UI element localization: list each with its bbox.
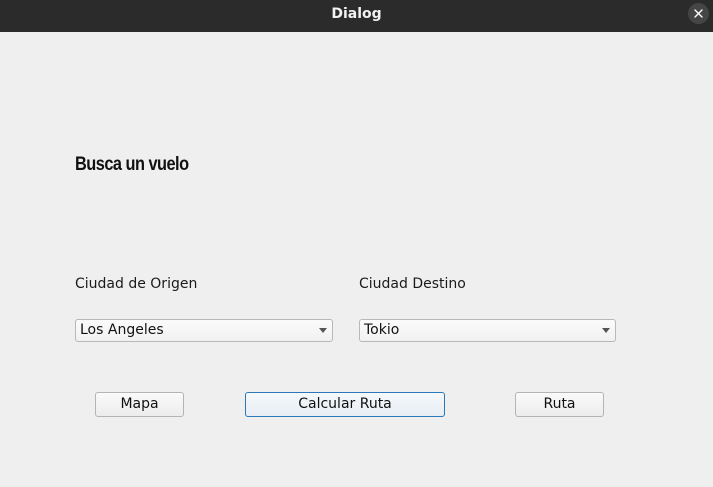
close-button[interactable]: [688, 3, 709, 24]
title-bar: Dialog: [0, 0, 713, 32]
route-button[interactable]: Ruta: [515, 392, 604, 417]
destination-city-value: Tokio: [364, 322, 400, 338]
origin-city-select[interactable]: Los Angeles: [75, 319, 333, 342]
chevron-down-icon: [602, 328, 610, 333]
form-heading: Busca un vuelo: [75, 154, 189, 175]
destination-label: Ciudad Destino: [359, 276, 466, 292]
window-title: Dialog: [331, 6, 382, 22]
dialog-window: Dialog Busca un vuelo Ciudad de Origen C…: [0, 0, 713, 487]
origin-city-value: Los Angeles: [80, 322, 164, 338]
close-icon: [694, 9, 703, 18]
calculate-route-button[interactable]: Calcular Ruta: [245, 392, 445, 417]
origin-label: Ciudad de Origen: [75, 276, 198, 292]
map-button[interactable]: Mapa: [95, 392, 184, 417]
chevron-down-icon: [319, 328, 327, 333]
destination-city-select[interactable]: Tokio: [359, 319, 616, 342]
